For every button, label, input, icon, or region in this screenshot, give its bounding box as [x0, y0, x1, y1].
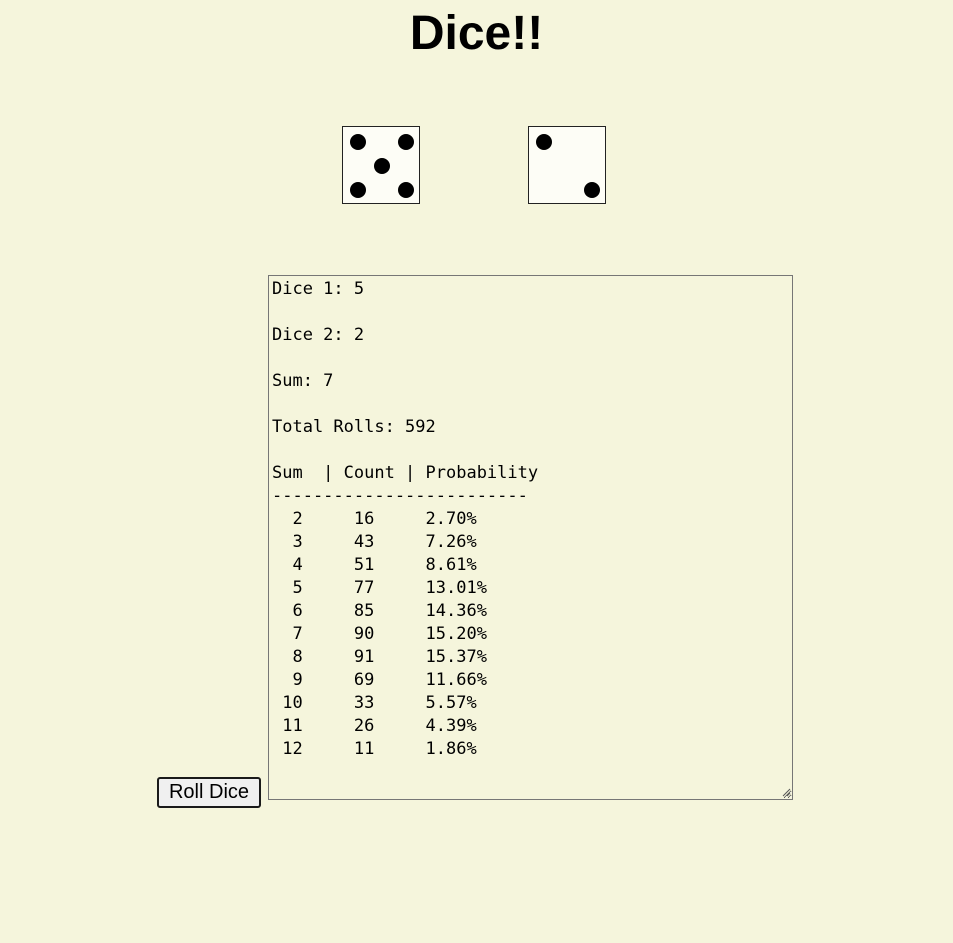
page-title: Dice!! — [409, 7, 544, 60]
die-pip — [374, 158, 390, 174]
die-pip — [350, 182, 366, 198]
die-pip — [398, 182, 414, 198]
die-pip — [398, 134, 414, 150]
die-pip — [584, 182, 600, 198]
roll-dice-button[interactable]: Roll Dice — [157, 777, 261, 808]
results-textarea[interactable] — [268, 275, 793, 800]
die-2 — [528, 126, 606, 204]
resize-grip-icon[interactable] — [781, 787, 791, 797]
page: Dice!! Roll Dice — [0, 0, 953, 943]
die-pip — [350, 134, 366, 150]
die-pip — [536, 134, 552, 150]
die-1 — [342, 126, 420, 204]
